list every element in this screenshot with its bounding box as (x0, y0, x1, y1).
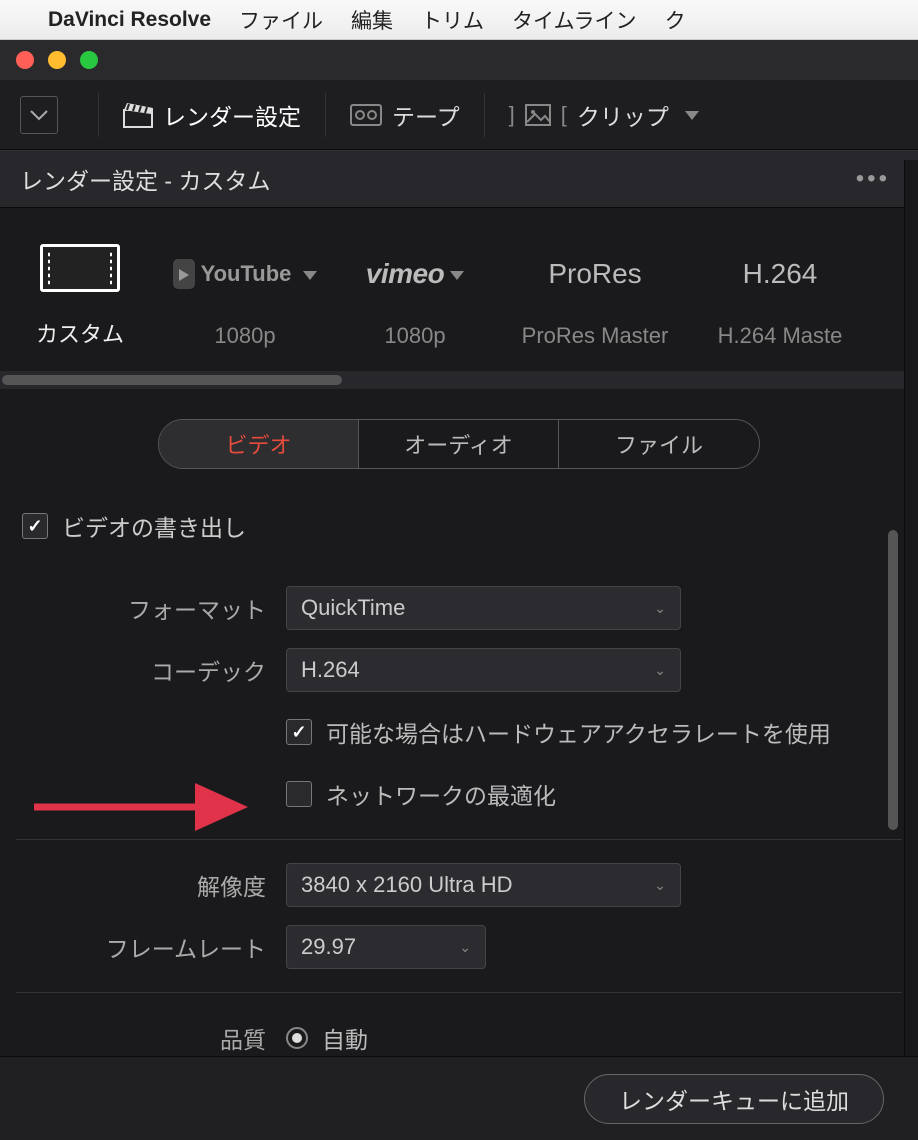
format-label: フォーマット (6, 591, 286, 625)
preset-youtube[interactable]: YouTube 1080p (160, 249, 330, 349)
preset-prores-label: ProRes Master (500, 323, 690, 349)
preset-custom-label: カスタム (0, 317, 160, 349)
prores-text-icon: ProRes (548, 258, 641, 290)
video-settings-form: ビデオの書き出し フォーマット QuickTime ⌄ コーデック H.264 … (0, 479, 918, 1065)
resolution-select[interactable]: 3840 x 2160 Ultra HD ⌄ (286, 863, 681, 907)
toolbar-clip[interactable]: ] [ クリップ (484, 93, 723, 137)
tape-icon (350, 104, 382, 126)
panel-header: レンダー設定 - カスタム ••• (0, 150, 918, 208)
preset-custom[interactable]: カスタム (0, 243, 160, 349)
deliver-toolbar: レンダー設定 テープ ] [ クリップ (0, 80, 918, 150)
dropdown-toggle[interactable] (20, 96, 58, 134)
codec-label: コーデック (6, 653, 286, 687)
toolbar-tape[interactable]: テープ (325, 93, 484, 137)
hw-accel-label: 可能な場合はハードウェアアクセラレートを使用 (326, 715, 831, 749)
tab-audio[interactable]: オーディオ (359, 420, 559, 468)
network-opt-checkbox[interactable] (286, 781, 312, 807)
macos-menubar: DaVinci Resolve ファイル 編集 トリム タイムライン ク (0, 0, 918, 40)
youtube-icon: YouTube (173, 259, 318, 289)
format-value: QuickTime (301, 595, 405, 621)
chevron-down-icon: ⌄ (654, 662, 666, 679)
bracket-right-icon: [ (561, 102, 567, 128)
quality-label: 品質 (6, 1021, 286, 1055)
settings-tabs: ビデオ オーディオ ファイル (0, 389, 918, 479)
codec-select[interactable]: H.264 ⌄ (286, 648, 681, 692)
right-panel-edge (904, 160, 918, 1056)
h264-text-icon: H.264 (743, 258, 818, 290)
chevron-down-icon (30, 109, 48, 121)
export-video-label: ビデオの書き出し (62, 509, 246, 543)
tab-file[interactable]: ファイル (559, 420, 759, 468)
toolbar-render-settings-label: レンダー設定 (163, 98, 301, 132)
resolution-value: 3840 x 2160 Ultra HD (301, 872, 513, 898)
resolution-label: 解像度 (6, 868, 286, 902)
chevron-down-icon: ⌄ (654, 600, 666, 617)
menu-file[interactable]: ファイル (239, 5, 323, 35)
minimize-window-icon[interactable] (48, 51, 66, 69)
preset-scrollbar[interactable] (0, 371, 918, 389)
image-icon (525, 104, 551, 126)
quality-auto-radio[interactable] (286, 1027, 308, 1049)
toolbar-clip-label: クリップ (577, 98, 669, 132)
menu-trim[interactable]: トリム (421, 5, 484, 35)
close-window-icon[interactable] (16, 51, 34, 69)
toolbar-tape-label: テープ (392, 98, 460, 132)
menu-edit[interactable]: 編集 (351, 5, 393, 35)
divider (16, 839, 902, 840)
divider (16, 992, 902, 993)
vertical-scrollbar[interactable] (888, 530, 898, 830)
window-titlebar (0, 40, 918, 80)
preset-h264-label: H.264 Maste (690, 323, 870, 349)
preset-h264[interactable]: H.264 H.264 Maste (690, 249, 870, 349)
vimeo-icon: vimeo (366, 258, 464, 290)
menu-timeline[interactable]: タイムライン (512, 5, 637, 35)
export-video-checkbox[interactable] (22, 513, 48, 539)
maximize-window-icon[interactable] (80, 51, 98, 69)
tab-video[interactable]: ビデオ (159, 420, 359, 468)
quality-auto-label: 自動 (322, 1021, 368, 1055)
toolbar-render-settings[interactable]: レンダー設定 (98, 93, 325, 137)
preset-row: カスタム YouTube 1080p vimeo 1080p ProRes Pr… (0, 208, 918, 371)
preset-prores[interactable]: ProRes ProRes Master (500, 249, 690, 349)
framerate-label: フレームレート (6, 930, 286, 964)
chevron-down-icon: ⌄ (654, 877, 666, 894)
menu-clip-truncated[interactable]: ク (665, 5, 686, 35)
framerate-select[interactable]: 29.97 ⌄ (286, 925, 486, 969)
framerate-value: 29.97 (301, 934, 356, 960)
clapper-icon (123, 102, 153, 128)
preset-vimeo-label: 1080p (330, 323, 500, 349)
panel-title: レンダー設定 - カスタム (20, 162, 270, 196)
add-to-render-queue-button[interactable]: レンダーキューに追加 (584, 1074, 884, 1124)
scrollbar-thumb[interactable] (2, 375, 342, 385)
codec-value: H.264 (301, 657, 360, 683)
footer-bar: レンダーキューに追加 (0, 1056, 918, 1140)
preset-youtube-label: 1080p (160, 323, 330, 349)
bracket-left-icon: ] (509, 102, 515, 128)
chevron-down-icon (679, 101, 699, 128)
filmstrip-icon (40, 244, 120, 292)
app-name[interactable]: DaVinci Resolve (48, 8, 211, 32)
preset-vimeo[interactable]: vimeo 1080p (330, 249, 500, 349)
chevron-down-icon: ⌄ (459, 939, 471, 956)
hw-accel-checkbox[interactable] (286, 719, 312, 745)
format-select[interactable]: QuickTime ⌄ (286, 586, 681, 630)
network-opt-label: ネットワークの最適化 (326, 777, 556, 811)
more-menu-icon[interactable]: ••• (856, 165, 898, 193)
